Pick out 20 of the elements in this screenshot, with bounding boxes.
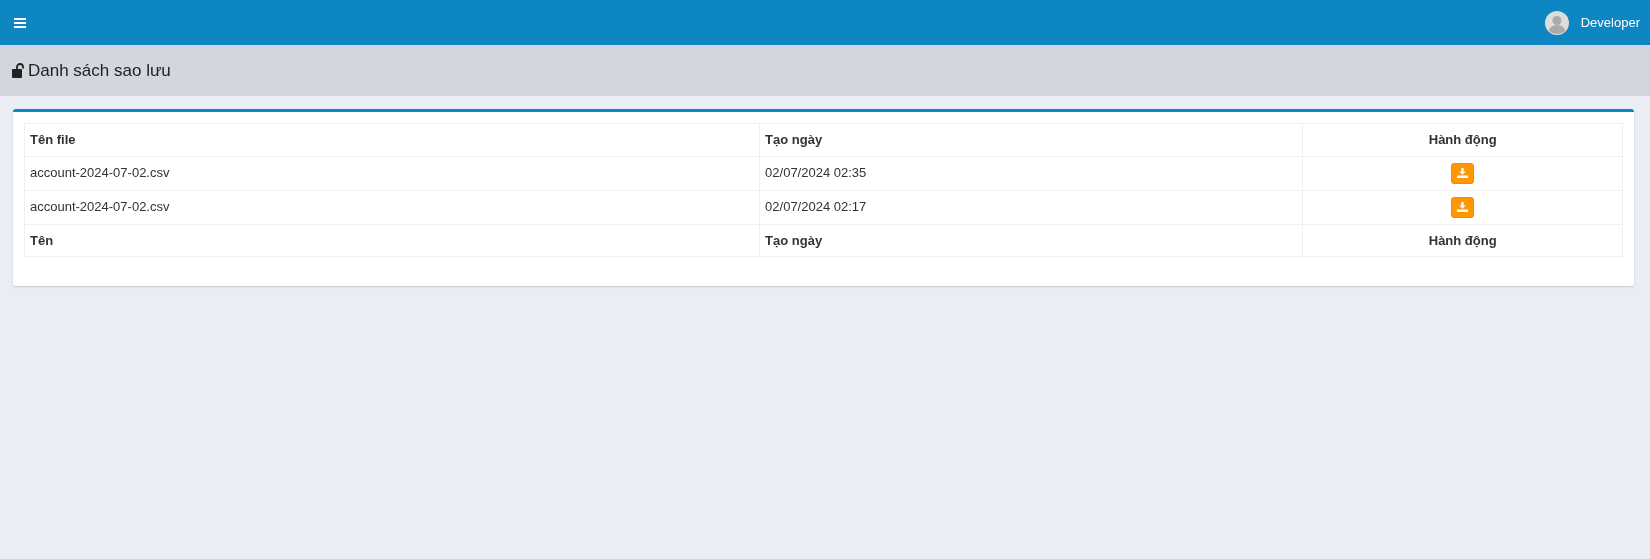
download-button[interactable]: [1451, 162, 1475, 184]
column-header: Hành động: [1302, 123, 1623, 156]
unlock-icon: [12, 63, 24, 78]
column-header: Tên: [24, 224, 760, 257]
avatar-icon[interactable]: [1544, 10, 1569, 35]
column-header: Tạo ngày: [759, 224, 1303, 257]
download-icon: [1457, 202, 1469, 213]
download-icon: [1457, 168, 1469, 179]
download-button[interactable]: [1451, 196, 1475, 218]
table-cell: 02/07/2024 02:35: [759, 156, 1303, 191]
user-name[interactable]: Developer: [1580, 12, 1640, 33]
menu-icon: [14, 17, 26, 28]
table-cell: account-2024-07-02.csv: [24, 156, 760, 191]
column-header: Hành động: [1302, 224, 1623, 257]
page-title: Danh sách sao lưu: [28, 59, 171, 82]
table-cell: 02/07/2024 02:17: [759, 190, 1303, 225]
menu-button[interactable]: [12, 15, 28, 30]
column-header: Tên file: [24, 123, 760, 156]
table-cell: account-2024-07-02.csv: [24, 190, 760, 225]
column-header: Tạo ngày: [759, 123, 1303, 156]
